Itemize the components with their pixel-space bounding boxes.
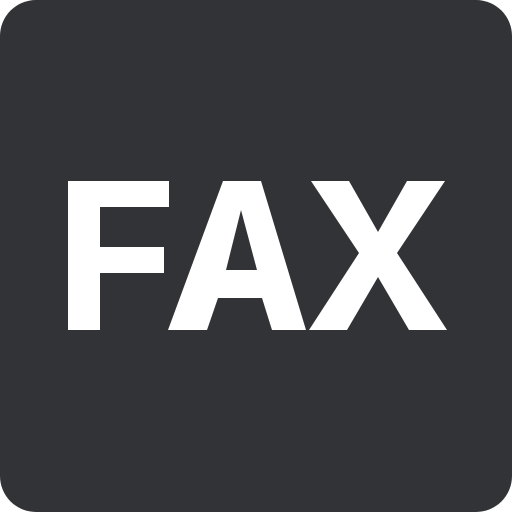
letter-x <box>309 181 447 330</box>
fax-icon: FAX <box>0 0 512 512</box>
letter-a <box>168 181 306 330</box>
fax-wordmark <box>68 181 447 330</box>
letter-f <box>68 181 169 330</box>
